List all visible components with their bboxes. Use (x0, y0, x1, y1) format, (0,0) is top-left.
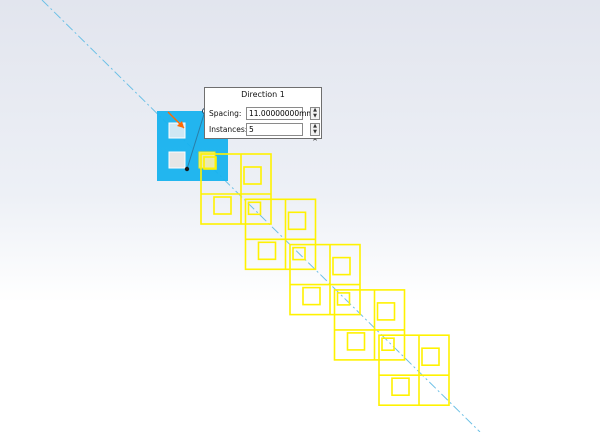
spacing-row: Spacing: 11.00000000mm ▲ ▼ (205, 107, 321, 121)
instances-row: Instances: 5 ▲ ▼ (205, 123, 321, 137)
model-scene[interactable] (0, 0, 600, 432)
chevron-up-icon[interactable]: ⌃ (309, 138, 321, 148)
spacing-spinner[interactable]: ▲ ▼ (310, 107, 320, 120)
pattern-instance-hole (302, 286, 321, 306)
pattern-instance-hole (376, 302, 396, 321)
callout-anchor-bottom[interactable] (184, 166, 190, 172)
seed-hole-bottom-left[interactable] (168, 151, 186, 169)
pattern-instance-hole (243, 166, 262, 185)
pattern-axis-line[interactable] (41, 0, 481, 432)
spin-down-arrow-icon[interactable]: ▼ (311, 114, 319, 119)
direction-title: Direction 1 (241, 90, 285, 99)
direction-1-callout: Direction 1 Spacing: 11.00000000mm ▲ ▼ I… (204, 87, 322, 139)
pattern-instance-hole (346, 332, 366, 351)
pattern-instance-hole (247, 201, 262, 216)
spin-down-arrow-icon[interactable]: ▼ (311, 130, 319, 135)
pattern-instance-hole (391, 377, 410, 397)
instances-input[interactable]: 5 (246, 123, 303, 136)
pattern-instance-hole (336, 292, 351, 306)
pattern-instance-hole (332, 256, 351, 276)
instances-label: Instances: (209, 125, 248, 134)
graphics-area[interactable]: Direction 1 Spacing: 11.00000000mm ▲ ▼ I… (0, 0, 600, 432)
pattern-instance-hole (381, 337, 395, 352)
spacing-label: Spacing: (209, 109, 242, 118)
pattern-instance-outline (378, 334, 450, 407)
pattern-instance-hole (257, 241, 277, 261)
pattern-instance-hole (287, 211, 307, 231)
pattern-instance-hole (213, 196, 232, 215)
instances-spinner[interactable]: ▲ ▼ (310, 123, 320, 136)
spacing-input[interactable]: 11.00000000mm (246, 107, 314, 120)
pattern-instance-hole (421, 347, 440, 367)
